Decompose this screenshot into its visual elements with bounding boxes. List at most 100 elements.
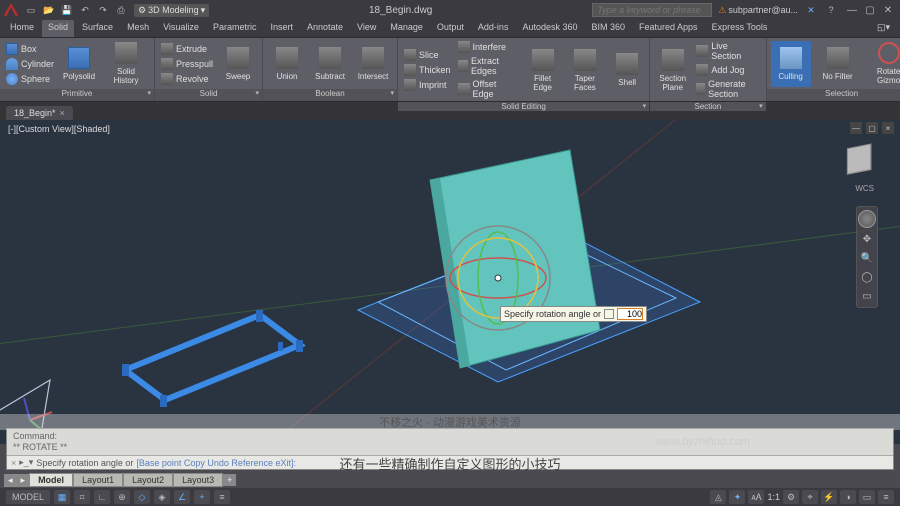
extract-edges-button[interactable]: Extract Edges [456,55,522,77]
isoplane-icon[interactable]: ◬ [710,490,726,504]
zoom-icon[interactable]: 🔍 [859,250,875,266]
tab-annotate[interactable]: Annotate [301,20,349,37]
signin-menu[interactable]: ⚠ subpartner@au... [718,5,798,16]
tab-addins[interactable]: Add-ins [472,20,515,37]
intersect-button[interactable]: Intersect [353,41,393,87]
file-tab-close-icon[interactable]: × [60,108,65,118]
culling-button[interactable]: Culling [771,41,811,87]
layout-tab-1[interactable]: Layout1 [73,473,123,487]
panel-title-solid[interactable]: Solid [155,89,262,101]
section-plane-button[interactable]: Section Plane [654,47,691,93]
polysolid-button[interactable]: Polysolid [59,41,99,87]
tab-solid[interactable]: Solid [42,20,74,37]
sphere-button[interactable]: Sphere [4,72,56,86]
view-cube[interactable] [838,138,880,180]
tab-a360[interactable]: Autodesk 360 [516,20,583,37]
layout-add-icon[interactable]: + [223,474,236,486]
lineweight-toggle-icon[interactable]: ≡ [214,490,230,504]
panel-title-section[interactable]: Section [650,102,766,111]
tab-express[interactable]: Express Tools [706,20,774,37]
interfere-button[interactable]: Interfere [456,40,522,54]
add-jog-button[interactable]: Add Jog [694,63,761,77]
subtract-button[interactable]: Subtract [310,41,350,87]
sweep-button[interactable]: Sweep [218,41,258,87]
layout-tab-2[interactable]: Layout2 [123,473,173,487]
tab-surface[interactable]: Surface [76,20,119,37]
shell-button[interactable]: Shell [609,47,645,93]
tab-visualize[interactable]: Visualize [157,20,205,37]
showmotion-icon[interactable]: ▭ [859,288,875,304]
steering-wheel-icon[interactable] [858,210,876,228]
qat-open-icon[interactable]: 📂 [42,3,56,17]
qat-save-icon[interactable]: 💾 [60,3,74,17]
model-space-button[interactable]: MODEL [6,490,50,504]
tab-output[interactable]: Output [431,20,470,37]
annotation-monitor-icon[interactable]: ⌖ [802,490,818,504]
gizmo-status-icon[interactable]: ✦ [729,490,745,504]
thicken-button[interactable]: Thicken [402,63,453,77]
offset-edge-button[interactable]: Offset Edge [456,78,522,100]
scale-label[interactable]: 1:1 [767,492,780,502]
polar-toggle-icon[interactable]: ⊕ [114,490,130,504]
file-tab[interactable]: 18_Begin* × [6,106,73,120]
workspace-status-icon[interactable]: ⚙ [783,490,799,504]
viewport-label[interactable]: [-][Custom View][Shaded] [8,124,110,134]
qat-print-icon[interactable]: ⎙ [114,3,128,17]
snap-toggle-icon[interactable]: ⌗ [74,490,90,504]
wcs-label[interactable]: WCS [855,184,874,193]
generate-section-button[interactable]: Generate Section [694,78,761,100]
no-filter-button[interactable]: No Filter [814,41,862,87]
viewport-3d[interactable] [0,120,900,444]
layout-tab-model[interactable]: Model [29,473,73,487]
qat-redo-icon[interactable]: ↷ [96,3,110,17]
layout-prev-icon[interactable]: ◂ [4,474,17,487]
layout-next-icon[interactable]: ▸ [17,474,30,487]
box-button[interactable]: Box [4,42,56,56]
dyninput-toggle-icon[interactable]: + [194,490,210,504]
exchange-icon[interactable]: ✕ [804,3,818,17]
clean-screen-icon[interactable]: ▭ [859,490,875,504]
slice-button[interactable]: Slice [402,48,453,62]
annoscale-icon[interactable]: 🗚 [748,490,764,504]
imprint-button[interactable]: Imprint [402,78,453,92]
tab-featured[interactable]: Featured Apps [633,20,704,37]
solid-history-button[interactable]: Solid History [102,41,150,87]
qat-undo-icon[interactable]: ↶ [78,3,92,17]
tab-parametric[interactable]: Parametric [207,20,263,37]
panel-title-solid-editing[interactable]: Solid Editing [398,102,649,111]
tab-bim360[interactable]: BIM 360 [585,20,631,37]
close-button[interactable]: ✕ [880,3,896,17]
grid-toggle-icon[interactable]: ▦ [54,490,70,504]
maximize-button[interactable]: ▢ [862,3,878,17]
rotate-gizmo-button[interactable]: Rotate Gizmo [865,41,900,87]
ortho-toggle-icon[interactable]: ∟ [94,490,110,504]
qat-new-icon[interactable]: ▭ [24,3,38,17]
extrude-button[interactable]: Extrude [159,42,215,56]
cylinder-button[interactable]: Cylinder [4,57,56,71]
panel-title-boolean[interactable]: Boolean [263,89,397,101]
minimize-button[interactable]: — [844,3,860,17]
otrack-toggle-icon[interactable]: ∠ [174,490,190,504]
customize-status-icon[interactable]: ≡ [878,490,894,504]
pan-icon[interactable]: ✥ [859,231,875,247]
layout-tab-3[interactable]: Layout3 [173,473,223,487]
orbit-icon[interactable]: ◯ [859,269,875,285]
panel-title-selection[interactable]: Selection [767,89,900,101]
osnap-toggle-icon[interactable]: ◇ [134,490,150,504]
3dosnap-toggle-icon[interactable]: ◈ [154,490,170,504]
presspull-button[interactable]: Presspull [159,57,215,71]
tab-insert[interactable]: Insert [264,20,299,37]
search-input[interactable] [592,3,712,17]
taper-faces-button[interactable]: Taper Faces [564,47,607,93]
hardware-accel-icon[interactable]: ⚡ [821,490,837,504]
live-section-button[interactable]: Live Section [694,40,761,62]
panel-title-primitive[interactable]: Primitive [0,89,154,101]
isolate-icon[interactable]: ◑ [840,490,856,504]
revolve-button[interactable]: Revolve [159,72,215,86]
tab-manage[interactable]: Manage [384,20,429,37]
tab-view[interactable]: View [351,20,382,37]
tab-mesh[interactable]: Mesh [121,20,155,37]
workspace-switcher[interactable]: ⚙ 3D Modeling ▾ [134,4,209,17]
ribbon-expand-icon[interactable]: ◱▾ [871,20,896,37]
angle-input[interactable] [617,308,643,320]
